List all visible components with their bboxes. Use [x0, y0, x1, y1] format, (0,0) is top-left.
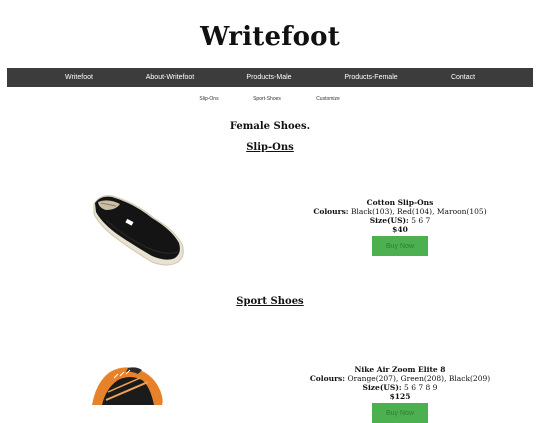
buy-now-button[interactable]: Buy Now [372, 403, 428, 423]
product-colours: Colours: Orange(207), Green(208), Black(… [309, 374, 491, 383]
product-price: $40 [392, 225, 408, 234]
page-heading: Female Shoes. [229, 121, 311, 132]
black-slip-on-shoe-icon[interactable] [86, 190, 190, 270]
nav-link-products-female[interactable]: Products-Female [344, 68, 397, 87]
nav-link-contact[interactable]: Contact [451, 68, 475, 87]
subnav-link-slip-ons[interactable]: Slip-Ons [199, 96, 218, 102]
section-heading-slip-ons[interactable]: Slip-Ons [0, 142, 540, 153]
product-name: Cotton Slip-Ons [366, 198, 434, 207]
nav-link-about[interactable]: About-Writefoot [146, 68, 195, 87]
site-title: Writefoot [200, 22, 340, 52]
nav-link-products-male[interactable]: Products-Male [246, 68, 291, 87]
main-navbar: Writefoot About-Writefoot Products-Male … [7, 68, 533, 87]
product-sizes: Size(US): 5 6 7 [369, 216, 431, 225]
nav-link-writefoot[interactable]: Writefoot [65, 68, 93, 87]
buy-now-button[interactable]: Buy Now [372, 236, 428, 256]
product-sizes: Size(US): 5 6 7 8 9 [362, 383, 438, 392]
subnav-link-sport-shoes[interactable]: Sport-Shoes [253, 96, 281, 102]
product-price: $125 [389, 392, 411, 401]
orange-running-shoe-icon[interactable] [88, 360, 168, 405]
section-heading-sport-shoes[interactable]: Sport Shoes [0, 296, 540, 307]
product-name: Nike Air Zoom Elite 8 [354, 365, 446, 374]
subnav-link-customize[interactable]: Customize [316, 96, 340, 102]
product-colours: Colours: Black(103), Red(104), Maroon(10… [313, 207, 487, 216]
product-info-sport-shoe: Nike Air Zoom Elite 8 Colours: Orange(20… [300, 365, 500, 423]
product-info-slip-on: Cotton Slip-Ons Colours: Black(103), Red… [300, 198, 500, 256]
